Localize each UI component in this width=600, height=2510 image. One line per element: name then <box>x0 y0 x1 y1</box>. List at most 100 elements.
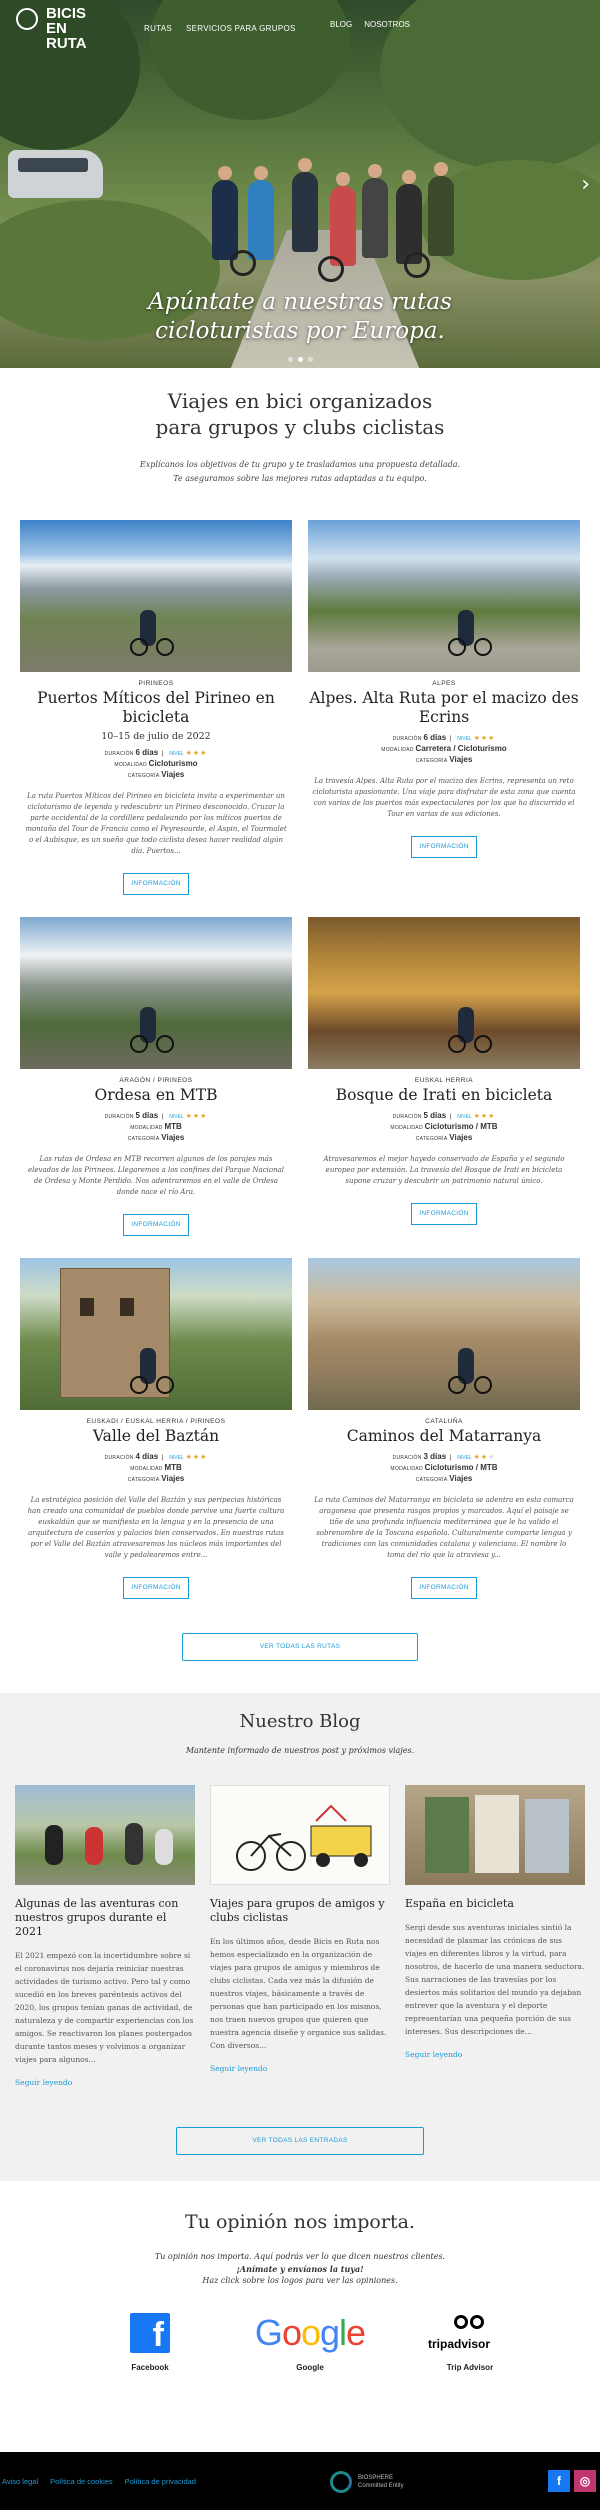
tripadvisor-review-link[interactable]: tripadvisor Trip Advisor <box>410 2313 530 2372</box>
post-image-cyclists[interactable] <box>15 1785 195 1885</box>
info-button[interactable]: INFORMACIÓN <box>411 836 477 858</box>
meta-label: NIVEL <box>457 736 472 742</box>
trip-card: EUSKAL HERRIA Bosque de Irati en biciclet… <box>308 917 580 1236</box>
trip-meta: DURACIÓN 5 días | NIVEL ★★★ MODALIDAD Cic… <box>390 1111 498 1142</box>
trip-card: PIRINEOS Puertos Míticos del Pirineo en b… <box>20 520 292 895</box>
post-title[interactable]: Viajes para grupos de amigos y clubs cic… <box>210 1897 390 1925</box>
trip-meta: DURACIÓN 6 días | NIVEL ★★★ MODALIDAD Car… <box>381 733 507 764</box>
all-posts-button[interactable]: VER TODAS LAS ENTRADAS <box>176 2127 424 2155</box>
meta-label: MODALIDAD <box>114 762 147 768</box>
footer-links: Aviso legal Política de cookies Política… <box>2 2477 196 2486</box>
meta-label: DURACIÓN <box>392 1114 422 1120</box>
nav-item-rutas[interactable]: RUTAS <box>144 24 172 33</box>
trip-region: PIRINEOS <box>138 680 174 687</box>
post-image-books[interactable] <box>405 1785 585 1885</box>
nav-menu-right: BLOG NOSOTROS <box>330 20 410 29</box>
trip-description: La ruta Puertos Míticos del Pirineo en b… <box>25 792 287 855</box>
trip-title[interactable]: Valle del Baztán <box>20 1427 292 1446</box>
post-excerpt: El 2021 empezó con la incertidumbre sobr… <box>15 1951 194 2064</box>
footer-link-aviso-legal[interactable]: Aviso legal <box>2 2477 38 2486</box>
info-button[interactable]: INFORMACIÓN <box>123 1577 189 1599</box>
site-logo[interactable]: BICIS EN RUTA <box>16 4 94 62</box>
trip-modality: MTB <box>164 1463 182 1472</box>
footer-link-cookies[interactable]: Política de cookies <box>50 2477 113 2486</box>
footer-link-privacidad[interactable]: Política de privacidad <box>125 2477 196 2486</box>
read-more-link[interactable]: Seguir leyendo <box>15 2078 195 2087</box>
intro-text-line: Te aseguramos sobre las mejores rutas ad… <box>173 474 427 483</box>
trip-duration: 3 días <box>423 1452 447 1461</box>
info-button[interactable]: INFORMACIÓN <box>411 1203 477 1225</box>
google-logo-letter: G <box>254 2312 283 2353</box>
nav-menu: RUTAS SERVICIOS PARA GRUPOS <box>144 24 296 33</box>
trip-title[interactable]: Ordesa en MTB <box>20 1086 292 1105</box>
opinion-text: Tu opinión nos importa. Aquí podrás ver … <box>0 2251 600 2287</box>
intro-section: Viajes en bici organizados para grupos y… <box>0 368 600 486</box>
slider-dot-active[interactable] <box>297 357 303 362</box>
main-navbar: BICIS EN RUTA RUTAS SERVICIOS PARA GRUPO… <box>0 0 600 62</box>
biosphere-icon <box>330 2471 352 2493</box>
trip-meta: DURACIÓN 3 días | NIVEL ★★★ MODALIDAD Cic… <box>390 1452 498 1483</box>
trip-image[interactable] <box>308 917 580 1069</box>
trip-meta: DURACIÓN 4 días | NIVEL ★★★ MODALIDAD MTB… <box>104 1452 208 1483</box>
blog-title: Nuestro Blog <box>239 1711 361 1732</box>
instagram-social-icon[interactable]: ◎ <box>574 2470 596 2492</box>
trip-image[interactable] <box>20 917 292 1069</box>
meta-label: CATEGORÍA <box>415 1477 448 1483</box>
facebook-review-link[interactable]: f Facebook <box>90 2313 210 2372</box>
trip-card: CATALUÑA Caminos del Matarranya DURACIÓN 3… <box>308 1258 580 1599</box>
tripadvisor-owl-icon <box>454 2313 486 2333</box>
trip-modality: MTB <box>164 1122 182 1131</box>
trip-modality: Carretera / Cicloturismo <box>415 744 507 753</box>
trip-category: Viajes <box>161 770 185 779</box>
trip-duration: 5 días <box>423 1111 447 1120</box>
post-title[interactable]: España en bicicleta <box>405 1897 585 1911</box>
info-button[interactable]: INFORMACIÓN <box>411 1577 477 1599</box>
nav-item-blog[interactable]: BLOG <box>330 20 352 29</box>
hero-cyclist <box>330 172 356 266</box>
trip-image[interactable] <box>20 520 292 672</box>
level-stars-icon: ★★★ <box>473 1113 496 1120</box>
info-button[interactable]: INFORMACIÓN <box>123 873 189 895</box>
read-more-link[interactable]: Seguir leyendo <box>405 2050 585 2059</box>
slider-dot[interactable] <box>287 357 293 362</box>
nav-item-servicios[interactable]: SERVICIOS PARA GRUPOS <box>186 24 296 33</box>
nav-item-nosotros[interactable]: NOSOTROS <box>364 20 410 29</box>
trip-region: EUSKAL HERRIA <box>414 1077 474 1084</box>
trip-card: ALPES Alpes. Alta Ruta por el macizo des … <box>308 520 580 895</box>
hero-cyclist <box>428 162 454 256</box>
all-routes-button[interactable]: VER TODAS LAS RUTAS <box>182 1633 418 1661</box>
meta-label: NIVEL <box>457 1114 472 1120</box>
hero-slider[interactable]: BICIS EN RUTA RUTAS SERVICIOS PARA GRUPO… <box>0 0 600 368</box>
info-button[interactable]: INFORMACIÓN <box>123 1214 189 1236</box>
hero-cyclist <box>248 166 274 260</box>
trip-title[interactable]: Caminos del Matarranya <box>308 1427 580 1446</box>
google-review-link[interactable]: Google Google <box>250 2312 370 2373</box>
opinion-section: Tu opinión nos importa. Tu opinión nos i… <box>0 2181 600 2372</box>
level-stars-icon: ★★★ <box>185 750 208 757</box>
read-more-link[interactable]: Seguir leyendo <box>210 2064 390 2073</box>
trip-title[interactable]: Puertos Míticos del Pirineo en bicicleta <box>20 689 292 727</box>
post-image-sketch[interactable] <box>210 1785 390 1885</box>
blog-post: Viajes para grupos de amigos y clubs cic… <box>210 1785 390 2087</box>
trip-image[interactable] <box>308 520 580 672</box>
post-title[interactable]: Algunas de las aventuras con nuestros gr… <box>15 1897 195 1939</box>
trip-description: La ruta Caminos del Matarranya en bicicl… <box>314 1496 574 1559</box>
meta-label: MODALIDAD <box>130 1466 163 1472</box>
hero-van <box>8 150 103 198</box>
meta-label: MODALIDAD <box>381 747 414 753</box>
meta-label: DURACIÓN <box>392 1455 422 1461</box>
trip-title[interactable]: Alpes. Alta Ruta por el macizo des Ecrin… <box>308 689 580 727</box>
trip-title[interactable]: Bosque de Irati en bicicleta <box>308 1086 580 1105</box>
meta-label: DURACIÓN <box>104 1455 134 1461</box>
biosphere-badge[interactable]: BIOSPHERE Committed Entity <box>330 2466 470 2498</box>
facebook-social-icon[interactable]: f <box>548 2470 570 2492</box>
hero-cyclist <box>212 166 238 260</box>
trip-modality: Cicloturismo / MTB <box>424 1463 498 1472</box>
slider-dot[interactable] <box>307 357 313 362</box>
meta-label: CATEGORÍA <box>415 758 448 764</box>
slider-next-arrow-icon[interactable]: › <box>581 172 590 197</box>
hero-bike-wheel <box>318 256 344 282</box>
trip-image[interactable] <box>308 1258 580 1410</box>
trip-image[interactable] <box>20 1258 292 1410</box>
trip-card: EUSKADI / EUSKAL HERRIA / PIRINEOS Valle … <box>20 1258 292 1599</box>
